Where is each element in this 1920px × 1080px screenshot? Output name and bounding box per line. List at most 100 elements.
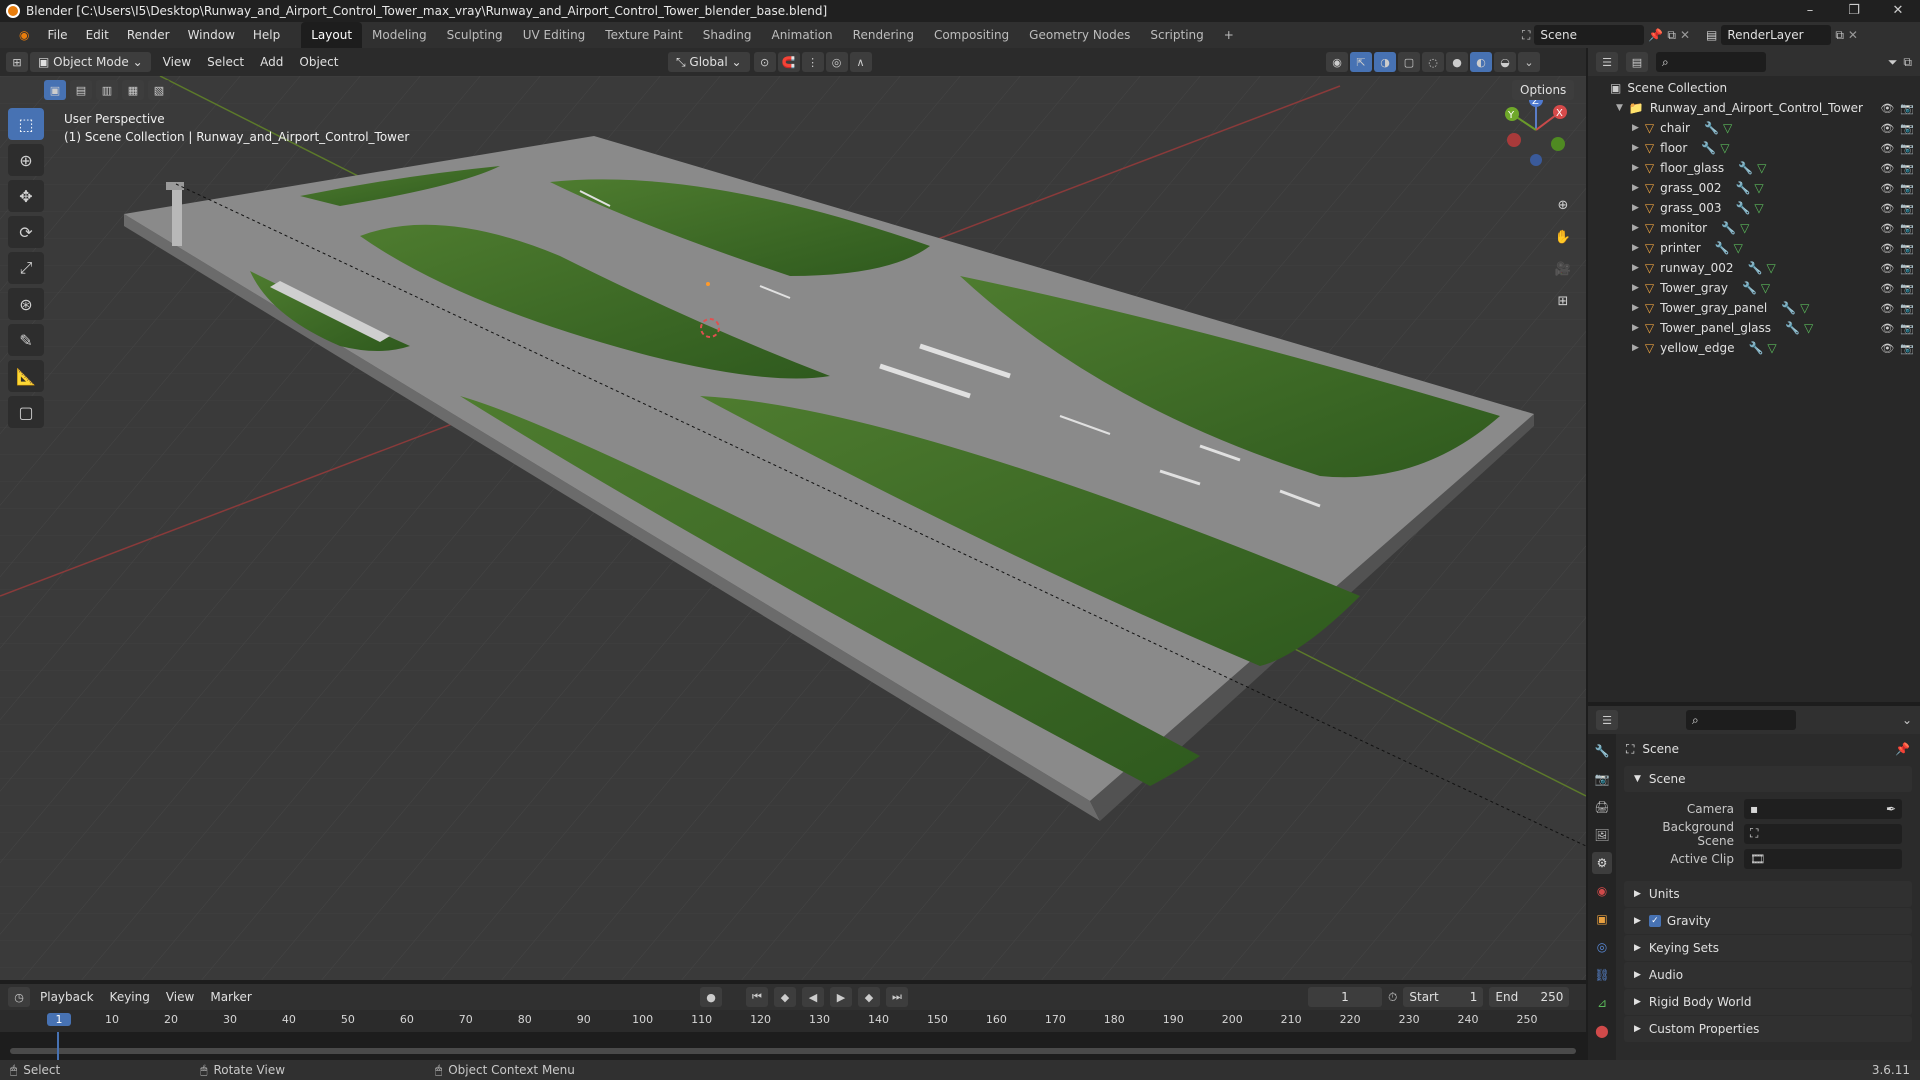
camera-field[interactable]: ▪ ✒	[1744, 798, 1902, 819]
ortho-grid-icon[interactable]: ⊞	[1550, 288, 1576, 314]
scene-field[interactable]: Scene	[1534, 25, 1645, 45]
outliner[interactable]: ▣ Scene Collection ▼ 📁 Runway_and_Airpor…	[1588, 76, 1920, 702]
timeline-ruler[interactable]: 1 10 20 30 40 50 60 70 80 90 100 110 120 130 140 150 160…	[0, 1010, 1586, 1032]
units-panel-header[interactable]: ▶ Units	[1624, 881, 1912, 907]
outliner-object-row[interactable]: ▶ ▽ grass_003 🔧 ▽ 👁 📷	[1588, 198, 1920, 218]
zoom-icon[interactable]: ⊕	[1550, 192, 1576, 218]
expand-right-icon[interactable]: ▶	[1632, 263, 1639, 273]
expand-right-icon[interactable]: ▶	[1632, 283, 1639, 293]
camera-icon[interactable]: 📷	[1900, 322, 1914, 335]
auto-key-icon[interactable]: ●	[700, 987, 722, 1007]
outliner-object-row[interactable]: ▶ ▽ Tower_panel_glass 🔧 ▽ 👁 📷	[1588, 318, 1920, 338]
eye-icon[interactable]: 👁	[1880, 342, 1894, 355]
renderlayer-field[interactable]: RenderLayer	[1721, 25, 1832, 45]
viewport-menu-select[interactable]: Select	[199, 48, 252, 76]
select-box-icon[interactable]: ⬚	[8, 108, 44, 140]
material-tab-icon[interactable]: ⬤	[1592, 1020, 1612, 1042]
gravity-checkbox[interactable]: ✓	[1648, 915, 1661, 927]
world-tab-icon[interactable]: ◉	[1592, 880, 1612, 902]
outliner-object-row[interactable]: ▶ ▽ Tower_gray 🔧 ▽ 👁 📷	[1588, 278, 1920, 298]
filter-icon[interactable]: ⏷	[1888, 55, 1898, 70]
tab-layout[interactable]: Layout	[301, 22, 363, 48]
tab-modeling[interactable]: Modeling	[362, 22, 437, 48]
constraints-tab-icon[interactable]: ⛓	[1592, 964, 1612, 986]
select-subtract-icon[interactable]: ▥	[96, 80, 118, 100]
eye-icon[interactable]: 👁	[1880, 202, 1894, 215]
eye-icon[interactable]: 👁	[1880, 282, 1894, 295]
camera-icon[interactable]: 📷	[1900, 182, 1914, 195]
3d-viewport[interactable]: Z X Y ⊕ ✋ 🎥 ⊞ Options ▣ ▤ ▥ ▦ ▧	[0, 76, 1586, 980]
scene-icon[interactable]: ⛶	[1522, 28, 1530, 43]
scale-icon[interactable]: ⤢	[8, 252, 44, 284]
restore-icon[interactable]: ❐	[1832, 0, 1876, 22]
tab-animation[interactable]: Animation	[761, 22, 842, 48]
timeline-editor-type-icon[interactable]: ◷	[8, 987, 30, 1007]
tab-compositing[interactable]: Compositing	[924, 22, 1019, 48]
remove-scene-icon[interactable]: ✕	[1680, 28, 1690, 42]
solid-shading-icon[interactable]: ●	[1446, 52, 1468, 72]
clock-icon[interactable]: ⏱	[1388, 990, 1397, 1005]
eye-icon[interactable]: 👁	[1880, 142, 1894, 155]
navigation-gizmo[interactable]: Z X Y	[1498, 92, 1574, 168]
timeline-menu-marker[interactable]: Marker	[202, 983, 259, 1011]
background-scene-field[interactable]: ⛶	[1744, 823, 1902, 844]
gizmo-icon[interactable]: ⇱	[1350, 52, 1372, 72]
keying-sets-panel-header[interactable]: ▶ Keying Sets	[1624, 935, 1912, 961]
gizmo-neg-x-icon[interactable]	[1507, 133, 1521, 147]
camera-icon[interactable]: 📷	[1900, 122, 1914, 135]
tab-geometry-nodes[interactable]: Geometry Nodes	[1019, 22, 1140, 48]
pan-hand-icon[interactable]: ✋	[1550, 224, 1576, 250]
expand-right-icon[interactable]: ▶	[1632, 203, 1639, 213]
select-invert-icon[interactable]: ▦	[122, 80, 144, 100]
new-layer-icon[interactable]: ⧉	[1835, 28, 1844, 43]
outliner-object-row[interactable]: ▶ ▽ Tower_gray_panel 🔧 ▽ 👁 📷	[1588, 298, 1920, 318]
render-tab-icon[interactable]: 📷	[1592, 768, 1612, 790]
camera-icon[interactable]: 📷	[1900, 202, 1914, 215]
data-tab-icon[interactable]: ⊿	[1592, 992, 1612, 1014]
scene-panel-header[interactable]: ▼ Scene	[1624, 766, 1912, 792]
snap-target-icon[interactable]: ⋮	[801, 52, 824, 72]
renderlayer-icon[interactable]: ▤	[1706, 28, 1717, 42]
expand-right-icon[interactable]: ▶	[1632, 143, 1639, 153]
expand-right-icon[interactable]: ▶	[1632, 183, 1639, 193]
gizmo-neg-y-icon[interactable]	[1551, 137, 1565, 151]
timeline-menu-playback[interactable]: Playback	[32, 983, 102, 1011]
output-tab-icon[interactable]: 🖨	[1592, 796, 1612, 818]
custom-properties-panel-header[interactable]: ▶ Custom Properties	[1624, 1016, 1912, 1042]
select-extend-icon[interactable]: ▤	[70, 80, 92, 100]
camera-icon[interactable]: 📷	[1900, 342, 1914, 355]
eye-icon[interactable]: 👁	[1880, 122, 1894, 135]
object-tab-icon[interactable]: ▣	[1592, 908, 1612, 930]
tab-texture-paint[interactable]: Texture Paint	[595, 22, 692, 48]
tab-uv-editing[interactable]: UV Editing	[513, 22, 596, 48]
viewport-menu-object[interactable]: Object	[291, 48, 346, 76]
expand-right-icon[interactable]: ▶	[1632, 243, 1639, 253]
annotate-icon[interactable]: ✎	[8, 324, 44, 356]
measure-icon[interactable]: 📐	[8, 360, 44, 392]
blender-menu-icon[interactable]: ◉	[10, 22, 38, 48]
scene-tab-icon[interactable]: ⚙	[1592, 852, 1612, 874]
expand-down-icon[interactable]: ▼	[1616, 103, 1623, 113]
camera-icon[interactable]: 📷	[1900, 102, 1914, 115]
expand-right-icon[interactable]: ▶	[1632, 323, 1639, 333]
tool-tab-icon[interactable]: 🔧	[1592, 740, 1612, 762]
outliner-editor-type-icon[interactable]: ☰	[1596, 52, 1618, 72]
jump-end-icon[interactable]: ⏭	[886, 987, 908, 1007]
camera-icon[interactable]: 📷	[1900, 242, 1914, 255]
wireframe-shading-icon[interactable]: ◌	[1422, 52, 1444, 72]
eye-icon[interactable]: 👁	[1880, 222, 1894, 235]
outliner-object-row[interactable]: ▶ ▽ monitor 🔧 ▽ 👁 📷	[1588, 218, 1920, 238]
falloff-icon[interactable]: ∧	[849, 52, 872, 72]
eye-icon[interactable]: 👁	[1880, 322, 1894, 335]
view-layer-tab-icon[interactable]: 🖼	[1592, 824, 1612, 846]
minimize-icon[interactable]: –	[1788, 0, 1832, 22]
gizmo-neg-z-icon[interactable]	[1530, 154, 1542, 166]
eye-icon[interactable]: 👁	[1880, 182, 1894, 195]
expand-right-icon[interactable]: ▶	[1632, 343, 1639, 353]
pin-icon[interactable]: 📌	[1648, 28, 1663, 42]
camera-icon[interactable]: 📷	[1900, 142, 1914, 155]
pin-properties-icon[interactable]: 📌	[1895, 742, 1910, 756]
add-cube-icon[interactable]: ▢	[8, 396, 44, 428]
outliner-search-input[interactable]: ⌕	[1656, 52, 1766, 72]
expand-right-icon[interactable]: ▶	[1632, 163, 1639, 173]
